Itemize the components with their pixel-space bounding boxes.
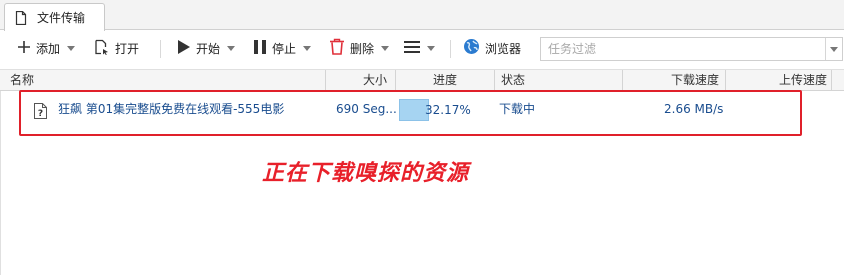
stop-button[interactable]: 停止 xyxy=(253,31,312,65)
browser-button[interactable]: 浏览器 xyxy=(463,31,521,65)
hamburger-menu-icon xyxy=(404,40,420,57)
browser-label: 浏览器 xyxy=(485,41,522,56)
pause-icon xyxy=(253,39,267,58)
tab-label: 文件传输 xyxy=(37,11,86,25)
column-status[interactable]: 状态 xyxy=(495,70,623,90)
add-label: 添加 xyxy=(36,41,61,56)
task-filter[interactable] xyxy=(540,37,843,61)
open-button[interactable]: 打开 xyxy=(94,31,139,65)
plus-icon xyxy=(17,40,31,57)
toolbar-divider xyxy=(450,40,451,58)
highlight-box xyxy=(19,90,802,136)
chevron-down-icon[interactable] xyxy=(67,45,76,51)
open-label: 打开 xyxy=(115,41,140,56)
stop-label: 停止 xyxy=(272,41,297,56)
toolbar-divider xyxy=(160,40,161,58)
tab-file-transfer[interactable]: 文件传输 xyxy=(4,3,105,31)
menu-button[interactable] xyxy=(404,31,435,65)
start-button[interactable]: 开始 xyxy=(177,31,236,65)
column-size[interactable]: 大小 xyxy=(326,70,396,90)
column-download-speed[interactable]: 下载速度 xyxy=(623,70,726,90)
chevron-down-icon[interactable] xyxy=(303,45,312,51)
chevron-down-icon[interactable] xyxy=(427,45,435,51)
column-upload-speed[interactable]: 上传速度 xyxy=(726,70,832,90)
column-name[interactable]: 名称 xyxy=(0,70,326,90)
filter-dropdown-button[interactable] xyxy=(825,38,842,60)
task-filter-input[interactable] xyxy=(541,38,828,60)
annotation-text: 正在下载嗅探的资源 xyxy=(262,161,470,186)
column-progress[interactable]: 进度 xyxy=(396,70,495,90)
file-icon xyxy=(15,10,27,25)
delete-button[interactable]: 删除 xyxy=(329,31,390,65)
trash-icon xyxy=(329,38,345,58)
chevron-down-icon[interactable] xyxy=(227,45,236,51)
play-icon xyxy=(177,39,191,58)
chevron-down-icon xyxy=(830,46,838,52)
open-file-icon xyxy=(94,39,110,58)
start-label: 开始 xyxy=(196,41,221,56)
add-button[interactable]: 添加 xyxy=(17,31,76,65)
delete-label: 删除 xyxy=(350,41,375,56)
globe-icon xyxy=(463,38,480,58)
chevron-down-icon[interactable] xyxy=(381,45,390,51)
column-header: 名称 大小 进度 状态 下载速度 上传速度 xyxy=(0,69,844,91)
tab-strip: 文件传输 xyxy=(0,0,844,31)
